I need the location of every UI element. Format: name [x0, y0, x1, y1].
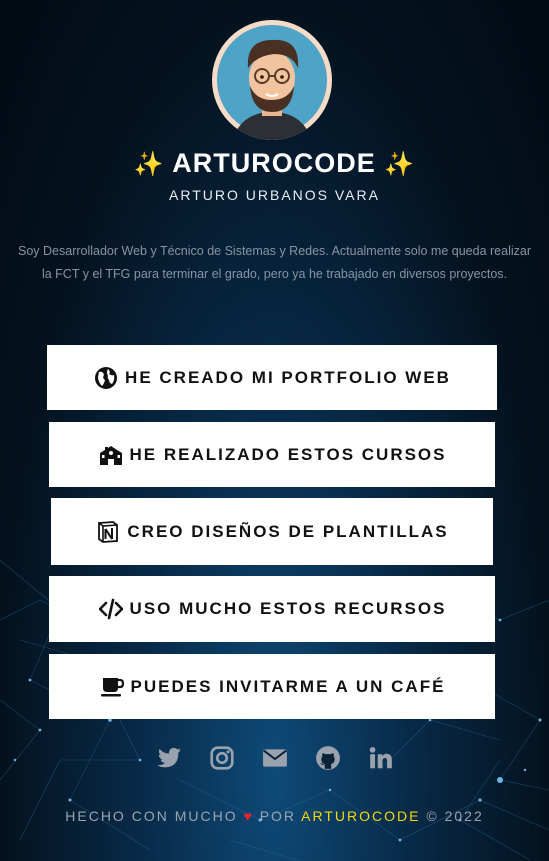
linkedin-icon[interactable] — [367, 744, 394, 771]
profile-bio: Soy Desarrollador Web y Técnico de Siste… — [18, 244, 531, 281]
footer-copyright: © 2022 — [426, 808, 484, 824]
profile-name: ✨ ARTUROCODE ✨ — [0, 148, 549, 179]
footer: HECHO CON MUCHO ♥ POR ARTUROCODE © 2022 — [0, 808, 549, 824]
avatar — [212, 20, 332, 140]
resources-link-button[interactable]: USO MUCHO ESTOS RECURSOS — [49, 576, 495, 642]
link-label: HE CREADO MI PORTFOLIO WEB — [125, 367, 451, 387]
profile-fullname: ARTURO URBANOS VARA — [169, 187, 380, 203]
link-label: HE REALIZADO ESTOS CURSOS — [129, 444, 447, 464]
notion-icon — [95, 519, 121, 545]
footer-prefix: HECHO CON MUCHO — [65, 808, 238, 824]
mail-icon[interactable] — [261, 744, 288, 771]
profile-name-text: ARTUROCODE — [172, 148, 376, 178]
link-label: USO MUCHO ESTOS RECURSOS — [129, 599, 447, 618]
portfolio-link-button[interactable]: HE CREADO MI PORTFOLIO WEB — [47, 345, 497, 410]
sparkle-icon: ✨ — [384, 151, 416, 178]
sparkle-icon: ✨ — [133, 151, 165, 178]
profile-page: ✨ ARTUROCODE ✨ ARTURO URBANOS VARA Soy D… — [0, 0, 549, 861]
link-label: PUEDES INVITARME A UN CAFÉ — [130, 676, 446, 696]
heart-icon: ♥ — [243, 808, 254, 824]
coffee-link-button[interactable]: PUEDES INVITARME A UN CAFÉ — [49, 654, 495, 719]
templates-link-button[interactable]: CREO DISEÑOS DE PLANTILLAS — [51, 498, 493, 565]
instagram-icon[interactable] — [208, 744, 235, 771]
code-icon — [98, 596, 124, 622]
footer-brand-link[interactable]: ARTUROCODE — [301, 808, 420, 824]
social-links — [0, 744, 549, 771]
globe-icon — [93, 365, 119, 391]
courses-link-button[interactable]: HE REALIZADO ESTOS CURSOS — [49, 422, 495, 487]
school-icon — [98, 442, 124, 468]
footer-by: POR — [259, 808, 297, 824]
link-label: CREO DISEÑOS DE PLANTILLAS — [127, 521, 449, 541]
coffee-icon — [99, 674, 125, 700]
github-icon[interactable] — [314, 744, 341, 771]
twitter-icon[interactable] — [155, 744, 182, 771]
